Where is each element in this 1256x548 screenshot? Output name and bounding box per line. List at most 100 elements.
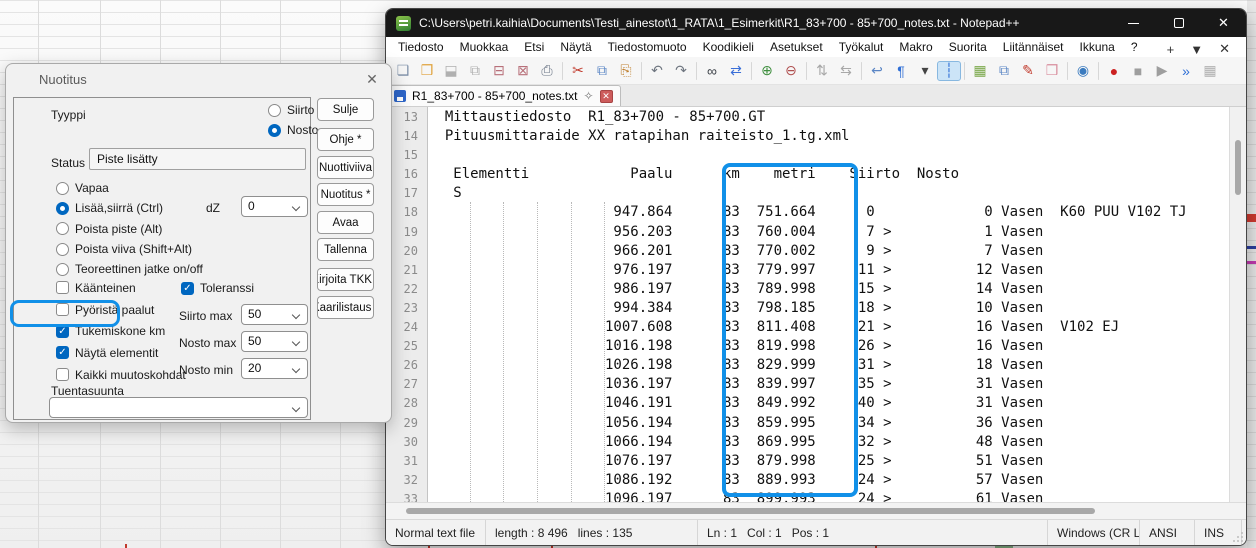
menu-item[interactable]: Suorita: [941, 40, 995, 54]
toolbar-icon[interactable]: [1098, 62, 1099, 80]
dialog-button[interactable]: Nuottiviiva: [317, 156, 374, 179]
menu-item[interactable]: ?: [1123, 40, 1146, 54]
checkbox-icon[interactable]: ✓: [56, 368, 69, 381]
menu-item[interactable]: Muokkaa: [452, 40, 517, 54]
mode-radio-row[interactable]: Lisää,siirrä (Ctrl): [56, 198, 203, 218]
save-icon[interactable]: ⬓: [439, 61, 463, 81]
print-icon[interactable]: ⎙: [535, 61, 559, 81]
cut-icon[interactable]: ✂: [566, 61, 590, 81]
folder-workspace-icon[interactable]: ❒: [1040, 61, 1064, 81]
tab-active[interactable]: R1_83+700 - 85+700_notes.txt ✧ ✕: [386, 85, 621, 106]
redo-icon[interactable]: ↷: [669, 61, 693, 81]
copy-icon[interactable]: ⧉: [590, 61, 614, 81]
radio-icon[interactable]: [56, 182, 69, 195]
toleranssi-checkbox-row[interactable]: ✓ Toleranssi: [181, 278, 254, 298]
new-file-icon[interactable]: ❏: [391, 61, 415, 81]
close-doc-icon[interactable]: ⊟: [487, 61, 511, 81]
toolbar-icon[interactable]: [964, 62, 965, 80]
document-map-icon[interactable]: ▦: [968, 61, 992, 81]
undo-icon[interactable]: ↶: [645, 61, 669, 81]
checkbox-row[interactable]: ✓ Kaikki muutoskohdat: [56, 364, 186, 386]
horizontal-scrollbar[interactable]: [386, 502, 1246, 519]
mode-radio-row[interactable]: Poista viiva (Shift+Alt): [56, 239, 203, 259]
dropdown-caret-icon[interactable]: ▾: [913, 61, 937, 81]
menu-item[interactable]: Tiedostomuoto: [600, 40, 695, 54]
dialog-titlebar[interactable]: Nuotitus ✕: [6, 64, 391, 94]
file-monitoring-icon[interactable]: ✎: [1016, 61, 1040, 81]
menu-item[interactable]: Asetukset: [762, 40, 831, 54]
radio-icon[interactable]: [56, 263, 69, 276]
editor[interactable]: 13 Mittaustiedosto R1_83+700 - 85+700.GT…: [386, 107, 1246, 502]
indent-guide-icon[interactable]: ┆: [937, 61, 961, 81]
toolbar-icon[interactable]: [562, 62, 563, 80]
new-tab-icon[interactable]: +: [1167, 42, 1175, 57]
replace-icon[interactable]: ⇄: [724, 61, 748, 81]
close-tab-icon[interactable]: ✕: [1219, 41, 1230, 57]
open-folder-icon[interactable]: ❒: [415, 61, 439, 81]
maximize-button[interactable]: [1156, 9, 1201, 37]
menu-item[interactable]: Näytä: [552, 40, 599, 54]
dialog-button[interactable]: Tallenna: [317, 238, 374, 261]
menu-item[interactable]: Tiedosto: [390, 40, 452, 54]
radio-icon[interactable]: [56, 222, 69, 235]
macro-run-multiple-icon[interactable]: »: [1174, 61, 1198, 81]
macro-play-icon[interactable]: ▶: [1150, 61, 1174, 81]
spinner-combo[interactable]: 50: [241, 331, 308, 352]
toolbar-icon[interactable]: [1067, 62, 1068, 80]
close-all-docs-icon[interactable]: ⊠: [511, 61, 535, 81]
tuentasuunta-combo[interactable]: [49, 397, 308, 418]
macro-save-icon[interactable]: ▦: [1198, 61, 1222, 81]
vertical-scrollbar-thumb[interactable]: [1235, 140, 1241, 195]
menu-item[interactable]: Ikkuna: [1071, 40, 1122, 54]
sync-vertical-icon[interactable]: ⇅: [810, 61, 834, 81]
dialog-button[interactable]: Nuotitus *: [317, 183, 374, 206]
dialog-close-icon[interactable]: ✕: [363, 70, 381, 88]
close-button[interactable]: ✕: [1201, 9, 1246, 37]
spinner-combo[interactable]: 20: [241, 358, 308, 379]
radio-icon[interactable]: [268, 104, 281, 117]
dialog-button[interactable]: Sulje: [317, 98, 374, 121]
spinner-combo[interactable]: 50: [241, 304, 308, 325]
tab-list-icon[interactable]: ▼: [1190, 42, 1203, 57]
zoom-in-icon[interactable]: ⊕: [755, 61, 779, 81]
mode-radio-row[interactable]: Poista piste (Alt): [56, 219, 203, 239]
mode-radio-row[interactable]: Vapaa: [56, 178, 203, 198]
toolbar-icon[interactable]: [751, 62, 752, 80]
pin-icon[interactable]: ✧: [583, 89, 593, 103]
save-all-icon[interactable]: ⧉: [463, 61, 487, 81]
checkbox-icon[interactable]: ✓: [181, 282, 194, 295]
macro-record-icon[interactable]: ●: [1102, 61, 1126, 81]
macro-stop-icon[interactable]: ■: [1126, 61, 1150, 81]
sync-horizontal-icon[interactable]: ⇆: [834, 61, 858, 81]
checkbox-icon[interactable]: ✓: [56, 281, 69, 294]
status-field[interactable]: Piste lisätty: [89, 148, 306, 170]
checkbox-row[interactable]: ✓ Käänteinen: [56, 277, 186, 299]
preview-eye-icon[interactable]: ◉: [1071, 61, 1095, 81]
menu-item[interactable]: Etsi: [516, 40, 552, 54]
zoom-out-icon[interactable]: ⊖: [779, 61, 803, 81]
menu-item[interactable]: Liitännäiset: [995, 40, 1072, 54]
toolbar-icon[interactable]: [806, 62, 807, 80]
tyyppi-radio-row[interactable]: Siirto: [268, 100, 318, 120]
tyyppi-radio-row[interactable]: Nosto: [268, 120, 318, 140]
minimize-button[interactable]: [1111, 9, 1156, 37]
vertical-scrollbar[interactable]: [1229, 107, 1246, 502]
doc-switcher-icon[interactable]: ⧉: [992, 61, 1016, 81]
menu-item[interactable]: Koodikieli: [695, 40, 762, 54]
dialog-button[interactable]: Kirjoita TKK *: [317, 268, 374, 291]
menu-item[interactable]: Makro: [891, 40, 940, 54]
titlebar[interactable]: C:\Users\petri.kaihia\Documents\Testi_ai…: [386, 9, 1246, 37]
toolbar-icon[interactable]: [696, 62, 697, 80]
menu-item[interactable]: Työkalut: [831, 40, 892, 54]
checkbox-icon[interactable]: ✓: [56, 346, 69, 359]
paste-icon[interactable]: ⎘: [614, 61, 638, 81]
toolbar-icon[interactable]: [861, 62, 862, 80]
find-icon[interactable]: ∞: [700, 61, 724, 81]
dialog-button[interactable]: Kaarilistaus *: [317, 296, 374, 319]
show-all-chars-icon[interactable]: ¶: [889, 61, 913, 81]
dialog-button[interactable]: Ohje *: [317, 128, 374, 151]
radio-icon[interactable]: [56, 243, 69, 256]
dialog-button[interactable]: Avaa: [317, 211, 374, 234]
toolbar-icon[interactable]: [641, 62, 642, 80]
tab-close-icon[interactable]: ✕: [600, 90, 613, 103]
